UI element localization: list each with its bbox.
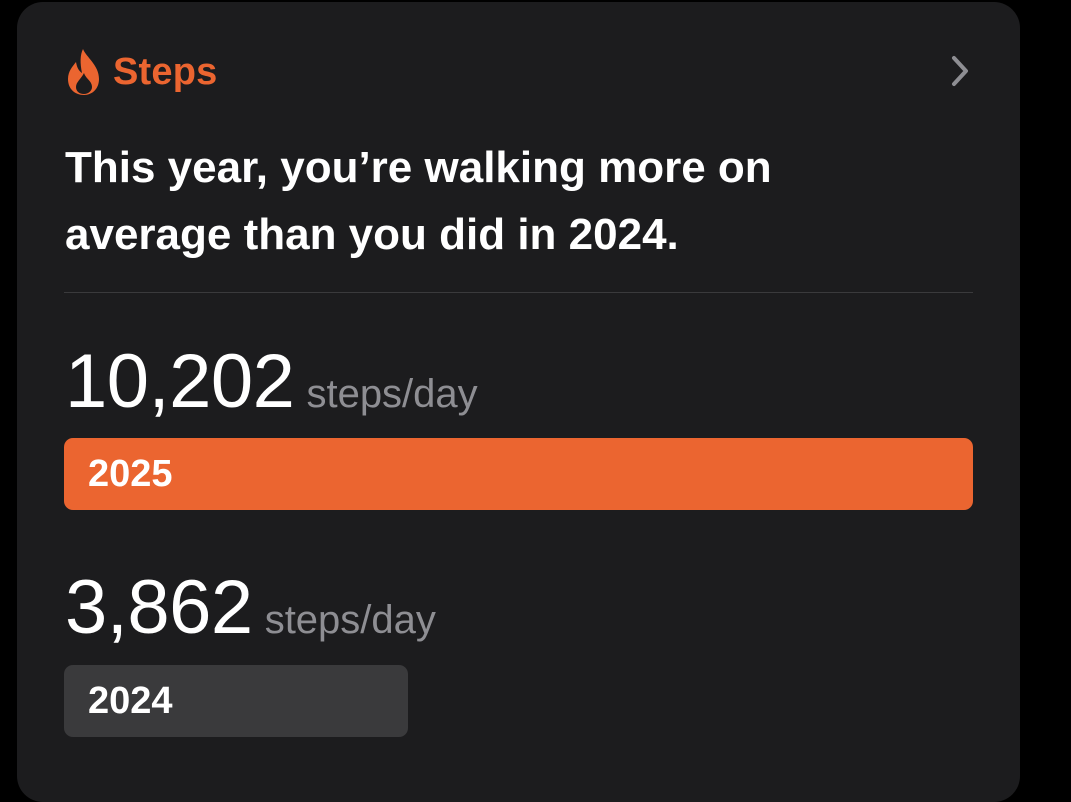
card-header: Steps — [65, 42, 217, 102]
chevron-right-icon[interactable] — [945, 52, 975, 92]
steps-highlight-card[interactable]: Steps This year, you’re walking more on … — [17, 2, 1020, 802]
divider — [64, 292, 973, 293]
previous-year-value: 3,862 steps/day — [65, 564, 436, 651]
current-year-bar: 2025 — [64, 438, 973, 510]
category-title: Steps — [113, 50, 218, 93]
highlight-headline: This year, you’re walking more on averag… — [65, 143, 772, 259]
steps-value: 3,862 — [65, 565, 253, 650]
steps-unit: steps/day — [306, 372, 478, 416]
steps-unit: steps/day — [264, 598, 436, 642]
flame-icon — [68, 49, 99, 95]
year-label: 2025 — [88, 452, 173, 495]
year-label: 2024 — [88, 679, 173, 722]
steps-value: 10,202 — [65, 339, 295, 424]
previous-year-bar: 2024 — [64, 665, 408, 737]
current-year-value: 10,202 steps/day — [65, 338, 478, 425]
